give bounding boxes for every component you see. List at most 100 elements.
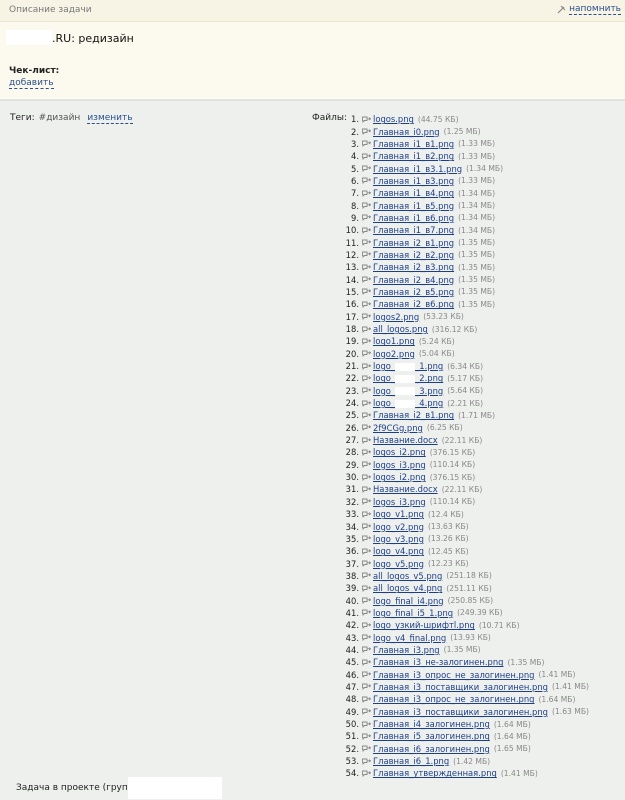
file-link[interactable]: Главная_i1_в3.1.png <box>373 164 462 174</box>
tags-edit-link[interactable]: изменить <box>87 113 133 124</box>
comment-arrow-icon[interactable] <box>361 745 372 753</box>
remind-label[interactable]: напомнить <box>569 4 621 15</box>
file-link[interactable]: Главная_i1_в7.png <box>373 225 454 235</box>
file-link[interactable]: logo_узкий-шрифтl.png <box>373 620 475 630</box>
comment-arrow-icon[interactable] <box>361 646 372 654</box>
file-link[interactable]: Главная_i3_опрос_не_залогинен.png <box>373 670 534 680</box>
file-link[interactable]: Главная_i1_в4.png <box>373 188 454 198</box>
comment-arrow-icon[interactable] <box>361 313 372 321</box>
file-link[interactable]: Главная_i3_не-залогинен.png <box>373 657 503 667</box>
file-link[interactable]: Главная_i1_в6.png <box>373 213 454 223</box>
file-link[interactable]: Главная_i6_1.png <box>373 756 449 766</box>
file-link[interactable]: Главная_i1_в5.png <box>373 201 454 211</box>
file-link[interactable]: logos_i3.png <box>373 497 426 507</box>
file-link[interactable]: Название.docx <box>373 484 438 494</box>
comment-arrow-icon[interactable] <box>361 264 372 271</box>
comment-arrow-icon[interactable] <box>361 622 372 629</box>
comment-arrow-icon[interactable] <box>361 560 372 568</box>
file-link[interactable]: Главная_i3_поставщики_залогинен.png <box>373 682 548 692</box>
comment-arrow-icon[interactable] <box>361 128 372 136</box>
remind-link[interactable]: напомнить <box>556 4 621 15</box>
comment-arrow-icon[interactable] <box>361 288 372 296</box>
comment-arrow-icon[interactable] <box>361 634 372 642</box>
file-link[interactable]: Главная_i2_в1.png <box>373 410 454 420</box>
file-link[interactable]: logo_final_i5_1.png <box>373 608 453 618</box>
file-link[interactable]: Главная_i5_залогинен.png <box>373 731 490 741</box>
file-link[interactable]: Главная_i3.png <box>373 645 440 655</box>
file-link[interactable]: logos.png <box>373 114 414 124</box>
file-link[interactable]: Главная_i2_в3.png <box>373 262 454 272</box>
comment-arrow-icon[interactable] <box>361 511 372 518</box>
file-link[interactable]: logo_final_i4.png <box>373 596 444 606</box>
comment-arrow-icon[interactable] <box>361 239 372 247</box>
comment-arrow-icon[interactable] <box>361 190 372 197</box>
comment-arrow-icon[interactable] <box>361 683 372 691</box>
file-link[interactable]: logo_v3.png <box>373 534 424 544</box>
comment-arrow-icon[interactable] <box>361 153 372 160</box>
file-link[interactable]: logo_ _2.png <box>373 373 443 383</box>
comment-arrow-icon[interactable] <box>361 214 372 222</box>
comment-arrow-icon[interactable] <box>361 609 372 617</box>
file-link[interactable]: all_logos_v5.png <box>373 571 442 581</box>
file-link[interactable]: Главная_утвержденная.png <box>373 768 497 778</box>
file-link[interactable]: Главная_i1_в3.png <box>373 176 454 186</box>
comment-arrow-icon[interactable] <box>361 474 372 481</box>
file-link[interactable]: Главная_i2_в2.png <box>373 250 454 260</box>
file-link[interactable]: logo_v4_final.png <box>373 633 446 643</box>
file-link[interactable]: 2f9CGg.png <box>373 423 423 433</box>
file-link[interactable]: logo_v4.png <box>373 546 424 556</box>
comment-arrow-icon[interactable] <box>361 412 372 419</box>
file-link[interactable]: Главная_i1_в2.png <box>373 151 454 161</box>
comment-arrow-icon[interactable] <box>361 424 372 432</box>
file-link[interactable]: logo_ _3.png <box>373 386 443 396</box>
file-link[interactable]: logo_ _1.png <box>373 361 443 371</box>
file-link[interactable]: Главная_i2_в5.png <box>373 287 454 297</box>
file-link[interactable]: Главная_i2_в1.png <box>373 238 454 248</box>
comment-arrow-icon[interactable] <box>361 116 372 123</box>
comment-arrow-icon[interactable] <box>361 350 372 358</box>
comment-arrow-icon[interactable] <box>361 548 372 555</box>
file-link[interactable]: logo1.png <box>373 336 415 346</box>
file-link[interactable]: Главная_i4_залогинен.png <box>373 719 490 729</box>
comment-arrow-icon[interactable] <box>361 535 372 543</box>
comment-arrow-icon[interactable] <box>361 363 372 370</box>
checklist-add-link[interactable]: добавить <box>9 78 54 89</box>
comment-arrow-icon[interactable] <box>361 585 372 592</box>
file-link[interactable]: Главная_i6_залогинен.png <box>373 744 490 754</box>
file-link[interactable]: logo_v1.png <box>373 509 424 519</box>
comment-arrow-icon[interactable] <box>361 437 372 444</box>
comment-arrow-icon[interactable] <box>361 338 372 345</box>
comment-arrow-icon[interactable] <box>361 227 372 234</box>
file-link[interactable]: Главная_i2_в4.png <box>373 275 454 285</box>
comment-arrow-icon[interactable] <box>361 301 372 308</box>
file-link[interactable]: logos_i2.png <box>373 447 426 457</box>
comment-arrow-icon[interactable] <box>361 721 372 728</box>
tag-item[interactable]: #дизайн <box>39 113 81 124</box>
comment-arrow-icon[interactable] <box>361 659 372 666</box>
file-link[interactable]: logos2.png <box>373 312 419 322</box>
comment-arrow-icon[interactable] <box>361 400 372 407</box>
comment-arrow-icon[interactable] <box>361 375 372 382</box>
comment-arrow-icon[interactable] <box>361 165 372 173</box>
comment-arrow-icon[interactable] <box>361 523 372 531</box>
file-link[interactable]: Главная_i1_в1.png <box>373 139 454 149</box>
file-link[interactable]: logo_ _4.png <box>373 398 443 408</box>
file-link[interactable]: Главная_i0.png <box>373 127 440 137</box>
comment-arrow-icon[interactable] <box>361 708 372 716</box>
comment-arrow-icon[interactable] <box>361 140 372 148</box>
comment-arrow-icon[interactable] <box>361 696 372 703</box>
file-link[interactable]: all_logos_v4.png <box>373 583 442 593</box>
comment-arrow-icon[interactable] <box>361 597 372 605</box>
comment-arrow-icon[interactable] <box>361 671 372 679</box>
file-link[interactable]: logos_i2.png <box>373 472 426 482</box>
file-link[interactable]: Название.docx <box>373 435 438 445</box>
file-link[interactable]: Главная_i3_опрос_не_залогинен.png <box>373 694 534 704</box>
comment-arrow-icon[interactable] <box>361 486 372 493</box>
file-link[interactable]: Главная_i3_поставщики_залогинен.png <box>373 707 548 717</box>
comment-arrow-icon[interactable] <box>361 387 372 395</box>
file-link[interactable]: logo2.png <box>373 349 415 359</box>
comment-arrow-icon[interactable] <box>361 461 372 469</box>
comment-arrow-icon[interactable] <box>361 276 372 284</box>
file-link[interactable]: logo_v5.png <box>373 559 424 569</box>
file-link[interactable]: logos_i3.png <box>373 460 426 470</box>
